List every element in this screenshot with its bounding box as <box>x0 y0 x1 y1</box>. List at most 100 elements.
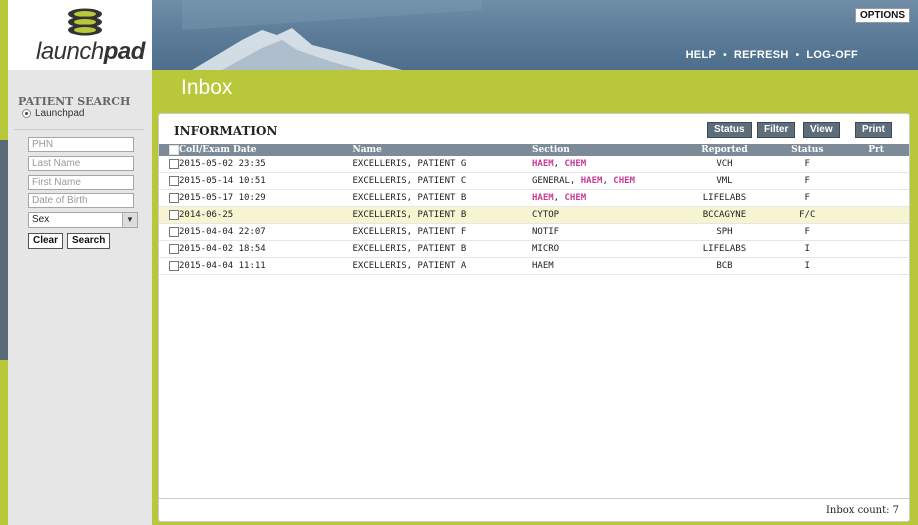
table-row[interactable]: 2015-05-17 10:29 EXCELLERIS, PATIENT B HAE… <box>159 189 909 207</box>
help-link[interactable]: HELP <box>686 49 717 61</box>
table-row[interactable]: 2015-04-04 11:11 EXCELLERIS, PATIENT A HAE… <box>159 257 909 275</box>
cell-section: HAEM <box>531 257 678 275</box>
nav-separator: • <box>795 50 800 61</box>
print-button[interactable]: Print <box>855 122 892 138</box>
status-button[interactable]: Status <box>707 122 752 138</box>
section-text: HAEM <box>531 261 554 271</box>
cell-status: I <box>771 240 844 258</box>
cell-prt <box>843 257 909 275</box>
cell-status: F <box>771 172 844 190</box>
cell-prt <box>843 156 909 173</box>
patient-search-title: PATIENT SEARCH <box>18 95 131 108</box>
table-row[interactable]: 2014-06-25 EXCELLERIS, PATIENT B CYTOP BCCA… <box>159 206 909 224</box>
cell-status: F <box>771 156 844 173</box>
section-link[interactable]: HAEM <box>532 193 554 203</box>
section-text: GENERAL, <box>531 176 581 186</box>
column-header-name[interactable]: Name <box>352 144 532 156</box>
cell-name: EXCELLERIS, PATIENT G <box>352 156 532 173</box>
cell-date: 2015-05-17 10:29 <box>179 189 353 207</box>
section-link[interactable]: HAEM <box>532 159 554 169</box>
section-link[interactable]: CHEM <box>565 193 587 203</box>
phn-field[interactable] <box>28 137 134 152</box>
options-button[interactable]: OPTIONS <box>854 8 910 23</box>
panel-title: INFORMATION <box>174 124 278 138</box>
table-row[interactable]: 2015-04-02 18:54 EXCELLERIS, PATIENT B MIC… <box>159 240 909 258</box>
column-header-status[interactable]: Status <box>771 144 844 156</box>
cell-prt <box>843 223 909 241</box>
row-checkbox[interactable] <box>169 226 179 237</box>
row-checkbox-cell <box>159 156 179 173</box>
search-button[interactable]: Search <box>67 233 111 249</box>
top-nav: HELP • REFRESH • LOG-OFF <box>686 49 858 61</box>
cell-name: EXCELLERIS, PATIENT B <box>352 189 532 207</box>
section-link[interactable]: CHEM <box>613 176 635 186</box>
row-checkbox[interactable] <box>169 260 179 271</box>
select-all-checkbox[interactable] <box>169 144 179 155</box>
section-text: CYTOP <box>531 210 560 220</box>
row-checkbox-cell <box>159 223 179 241</box>
first-name-field[interactable] <box>28 175 134 190</box>
row-checkbox[interactable] <box>169 243 179 254</box>
section-link[interactable]: HAEM <box>581 176 603 186</box>
logo-area[interactable]: launchpad <box>8 0 152 70</box>
cell-name: EXCELLERIS, PATIENT B <box>352 240 532 258</box>
column-header-section[interactable]: Section <box>531 144 678 156</box>
radio-label: Launchpad <box>35 108 85 119</box>
cell-section: HAEM, CHEM <box>531 156 678 173</box>
date-of-birth-field[interactable] <box>28 193 134 208</box>
launchpad-logo-icon <box>68 8 102 36</box>
inbox-count: Inbox count: 7 <box>825 505 899 516</box>
section-text: NOTIF <box>531 227 560 237</box>
row-checkbox[interactable] <box>169 209 179 220</box>
row-checkbox[interactable] <box>169 175 179 186</box>
table-row[interactable]: 2015-04-04 22:07 EXCELLERIS, PATIENT F NOT… <box>159 223 909 241</box>
cell-prt <box>843 172 909 190</box>
table-row[interactable]: 2015-05-14 10:51 EXCELLERIS, PATIENT C GEN… <box>159 172 909 190</box>
cell-date: 2015-04-04 22:07 <box>179 223 353 241</box>
inbox-panel: INFORMATION Status Filter View Print Col… <box>158 113 910 522</box>
cell-prt <box>843 206 909 224</box>
row-checkbox[interactable] <box>169 158 179 169</box>
column-header-prt[interactable]: Prt <box>843 144 909 156</box>
cell-section: CYTOP <box>531 206 678 224</box>
clear-button[interactable]: Clear <box>28 233 64 249</box>
row-checkbox-cell <box>159 189 179 207</box>
section-text: , <box>602 176 614 186</box>
log-off-link[interactable]: LOG-OFF <box>806 49 858 61</box>
table-row[interactable]: 2015-05-02 23:35 EXCELLERIS, PATIENT G HAE… <box>159 156 909 173</box>
cell-section: NOTIF <box>531 223 678 241</box>
cell-name: EXCELLERIS, PATIENT B <box>352 206 532 224</box>
cell-reported: VCH <box>677 156 772 173</box>
cell-date: 2015-05-14 10:51 <box>179 172 353 190</box>
sidebar-divider <box>14 129 144 130</box>
view-button[interactable]: View <box>803 122 840 138</box>
cell-prt <box>843 189 909 207</box>
filter-button[interactable]: Filter <box>757 122 796 138</box>
cell-prt <box>843 240 909 258</box>
inbox-table: Coll/Exam Date Name Section Reported Sta… <box>159 144 909 275</box>
cell-status: F <box>771 189 844 207</box>
radio-icon[interactable] <box>22 109 31 118</box>
table-header-row: Coll/Exam Date Name Section Reported Sta… <box>159 144 909 156</box>
section-text: , <box>553 193 565 203</box>
cell-section: MICRO <box>531 240 678 258</box>
cell-status: I <box>771 257 844 275</box>
section-text: MICRO <box>531 244 560 254</box>
last-name-field[interactable] <box>28 156 134 171</box>
cell-reported: BCCAGYNE <box>677 206 772 224</box>
dropdown-arrow-icon[interactable]: ▼ <box>122 213 137 227</box>
column-header-date[interactable]: Coll/Exam Date <box>179 144 353 156</box>
cell-status: F/C <box>771 206 844 224</box>
cell-reported: LIFELABS <box>677 189 772 207</box>
refresh-link[interactable]: REFRESH <box>734 49 789 61</box>
nav-separator: • <box>723 50 727 61</box>
section-link[interactable]: CHEM <box>565 159 587 169</box>
page-title: Inbox <box>181 76 233 99</box>
row-checkbox[interactable] <box>169 192 179 203</box>
logo-text: launchpad <box>36 38 145 65</box>
cell-reported: VML <box>677 172 772 190</box>
launchpad-radio[interactable]: Launchpad <box>22 108 85 119</box>
sex-select[interactable]: Sex ▼ <box>28 212 138 228</box>
cell-date: 2015-05-02 23:35 <box>179 156 353 173</box>
column-header-reported[interactable]: Reported <box>677 144 772 156</box>
